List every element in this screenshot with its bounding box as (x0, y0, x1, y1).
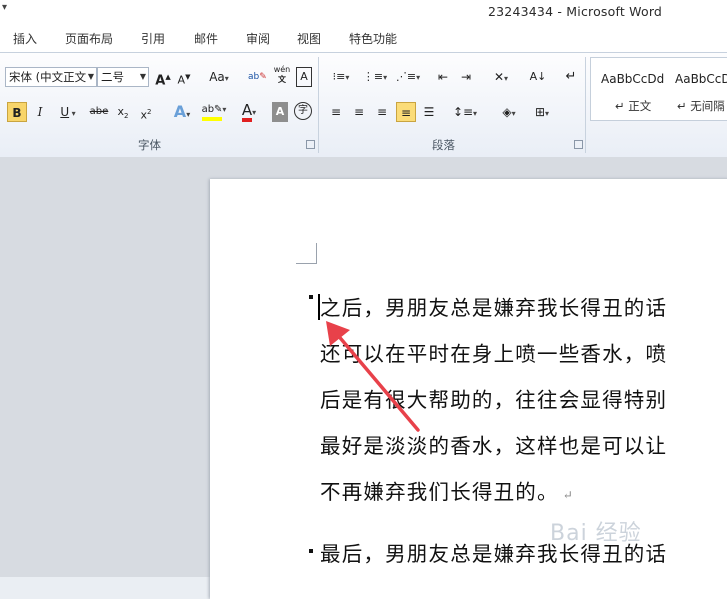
annotation-arrow (326, 321, 420, 432)
arrow-head (326, 321, 350, 346)
arrow-shaft (334, 331, 420, 432)
